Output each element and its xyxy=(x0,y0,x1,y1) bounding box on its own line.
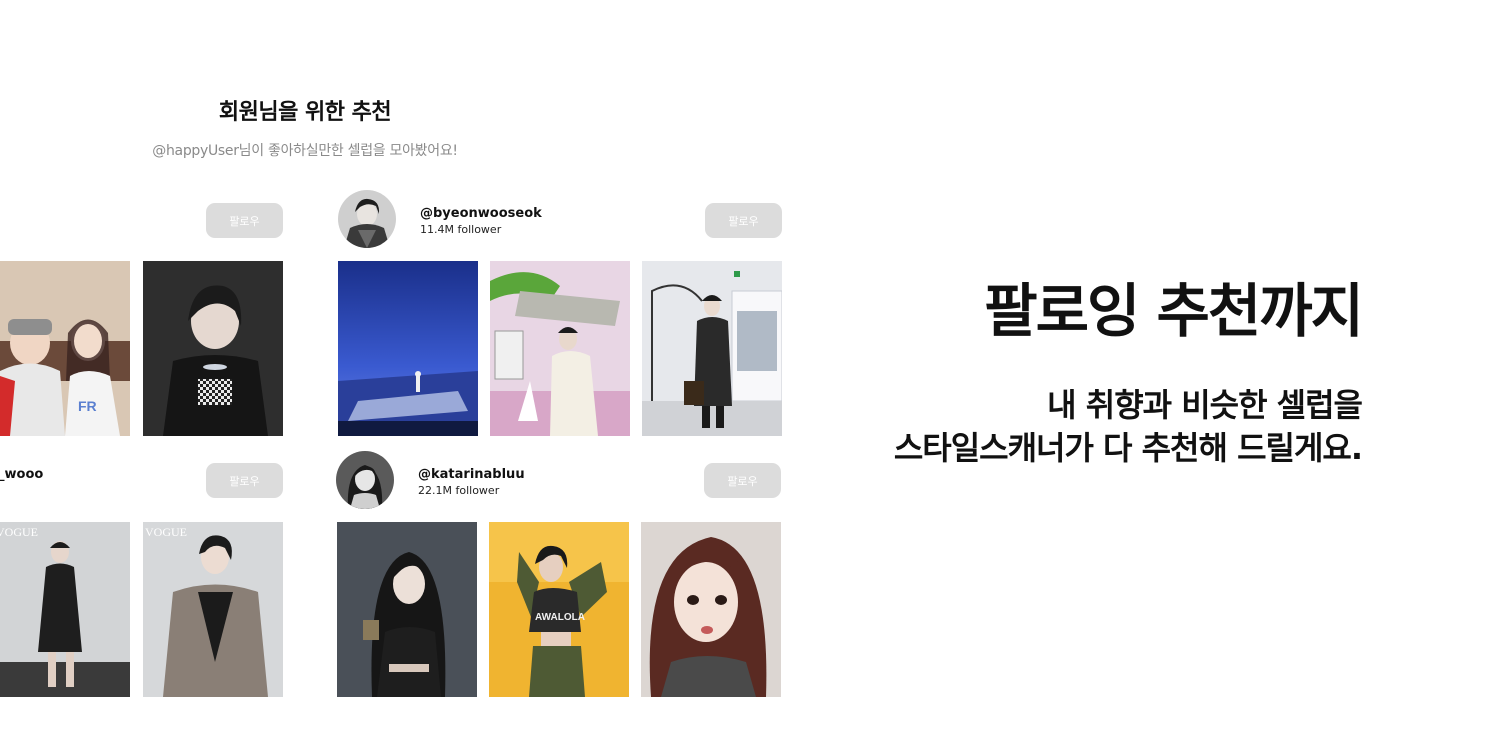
promo-line-2: 스타일스캐너가 다 추천해 드릴게요. xyxy=(893,429,1363,468)
post-photo[interactable]: FR xyxy=(0,261,130,436)
promo-title: 팔로잉 추천까지 xyxy=(984,277,1364,345)
follower-count: 11.4M follower xyxy=(420,223,502,236)
avatar[interactable] xyxy=(336,451,394,509)
username[interactable]: _wooo xyxy=(0,467,43,482)
jersey-text: AWALOLA xyxy=(535,612,585,623)
follower-count: 22.1M follower xyxy=(418,484,500,497)
post-photo[interactable] xyxy=(143,261,283,436)
post-photo[interactable]: VOGUE xyxy=(143,522,283,697)
post-photo[interactable] xyxy=(642,261,782,436)
section-subtitle: @happyUser님이 좋아하실만한 셀럽을 모아봤어요! xyxy=(152,143,458,159)
follow-button[interactable]: 팔로우 xyxy=(206,203,283,238)
avatar[interactable] xyxy=(338,190,396,248)
section-title: 회원님을 위한 추천 xyxy=(218,100,392,125)
post-photo[interactable] xyxy=(337,522,477,697)
follow-button[interactable]: 팔로우 xyxy=(206,463,283,498)
follow-button[interactable]: 팔로우 xyxy=(704,463,781,498)
promo-line-1: 내 취향과 비슷한 셀럽을 xyxy=(1047,386,1363,424)
svg-text:FR: FR xyxy=(78,398,97,414)
vogue-logo: VOGUE xyxy=(0,525,38,539)
post-photo[interactable] xyxy=(641,522,781,697)
post-photo[interactable] xyxy=(338,261,478,436)
username[interactable]: @katarinabluu xyxy=(418,467,525,482)
follow-button[interactable]: 팔로우 xyxy=(705,203,782,238)
promo-description: 내 취향과 비슷한 셀럽을 스타일스캐너가 다 추천해 드릴게요. xyxy=(893,384,1363,470)
post-photo[interactable] xyxy=(490,261,630,436)
vogue-logo: VOGUE xyxy=(145,525,187,539)
post-photo[interactable]: AWALOLA xyxy=(489,522,629,697)
username[interactable]: @byeonwooseok xyxy=(420,206,542,221)
post-photo[interactable]: VOGUE xyxy=(0,522,130,697)
